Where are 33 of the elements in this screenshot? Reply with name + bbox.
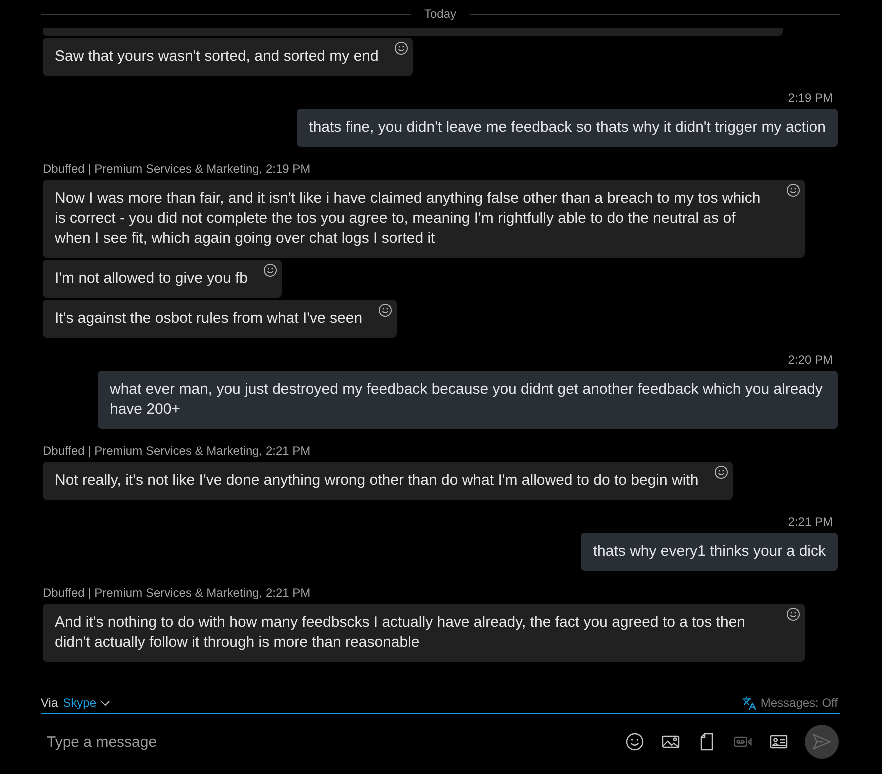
smiley-icon[interactable] [394, 42, 408, 55]
message-text: Now I was more than fair, and it isn't like i have claimed anything false other than a breach to my tos which is correct - you did not complete the tos you agree to, meaning I'm rightfully able to do the neutral as of when I see fit, which again going over chat logs I sorted it [55, 189, 762, 249]
chevron-down-icon [100, 700, 110, 706]
sender-header: Dbuffed | Premium Services & Marketing, 2:21 PM [43, 585, 311, 601]
picture-icon [662, 733, 680, 751]
message-bubble: thats why every1 thinks your a dick [581, 533, 838, 571]
message-text: I'm not allowed to give you fb [55, 269, 248, 289]
translation-toggle[interactable]: Messages: Off [742, 696, 840, 710]
via-label: Via [41, 696, 58, 710]
message-text: Saw that yours wasn't sorted, and sorted my end [55, 47, 379, 67]
message-text: It's against the osbot rules from what I've seen [55, 309, 363, 329]
message-text: And it's nothing to do with how many feedbscks I actually have already, the fact you agreed to a tos then didn't actually follow it through is more than reasonable [55, 613, 746, 653]
smiley-icon[interactable] [714, 466, 728, 479]
sender-header: Dbuffed | Premium Services & Marketing, 2:21 PM [43, 443, 311, 459]
smiley-icon[interactable] [787, 184, 800, 197]
message-text: Not really, it's not like I've done anything wrong other than do what I'm allowed to do to begin with [55, 471, 699, 491]
contact-card-icon [770, 733, 788, 751]
translate-icon [742, 696, 757, 710]
message-time: 2:20 PM [788, 352, 834, 368]
smiley-icon[interactable] [787, 608, 800, 621]
document-icon [698, 733, 716, 751]
message-input[interactable]: Type a message [47, 730, 619, 754]
date-divider-label: Today [424, 6, 457, 22]
message-time: 2:19 PM [788, 90, 834, 106]
message-bubble: thats fine, you didn't leave me feedback so thats why it didn't trigger my action [297, 109, 838, 147]
send-icon [813, 734, 831, 750]
smiley-icon[interactable] [378, 304, 392, 317]
smiley-icon[interactable] [264, 264, 277, 277]
message-bubble: what ever man, you just destroyed my feedback because you didnt get another feedback which you already have 200+ [98, 371, 838, 429]
message-time: 2:21 PM [788, 514, 834, 530]
service-dropdown[interactable]: Skype [63, 696, 110, 710]
sender-header: Dbuffed | Premium Services & Marketing, 2:19 PM [43, 161, 311, 177]
smiley-icon [626, 733, 644, 751]
